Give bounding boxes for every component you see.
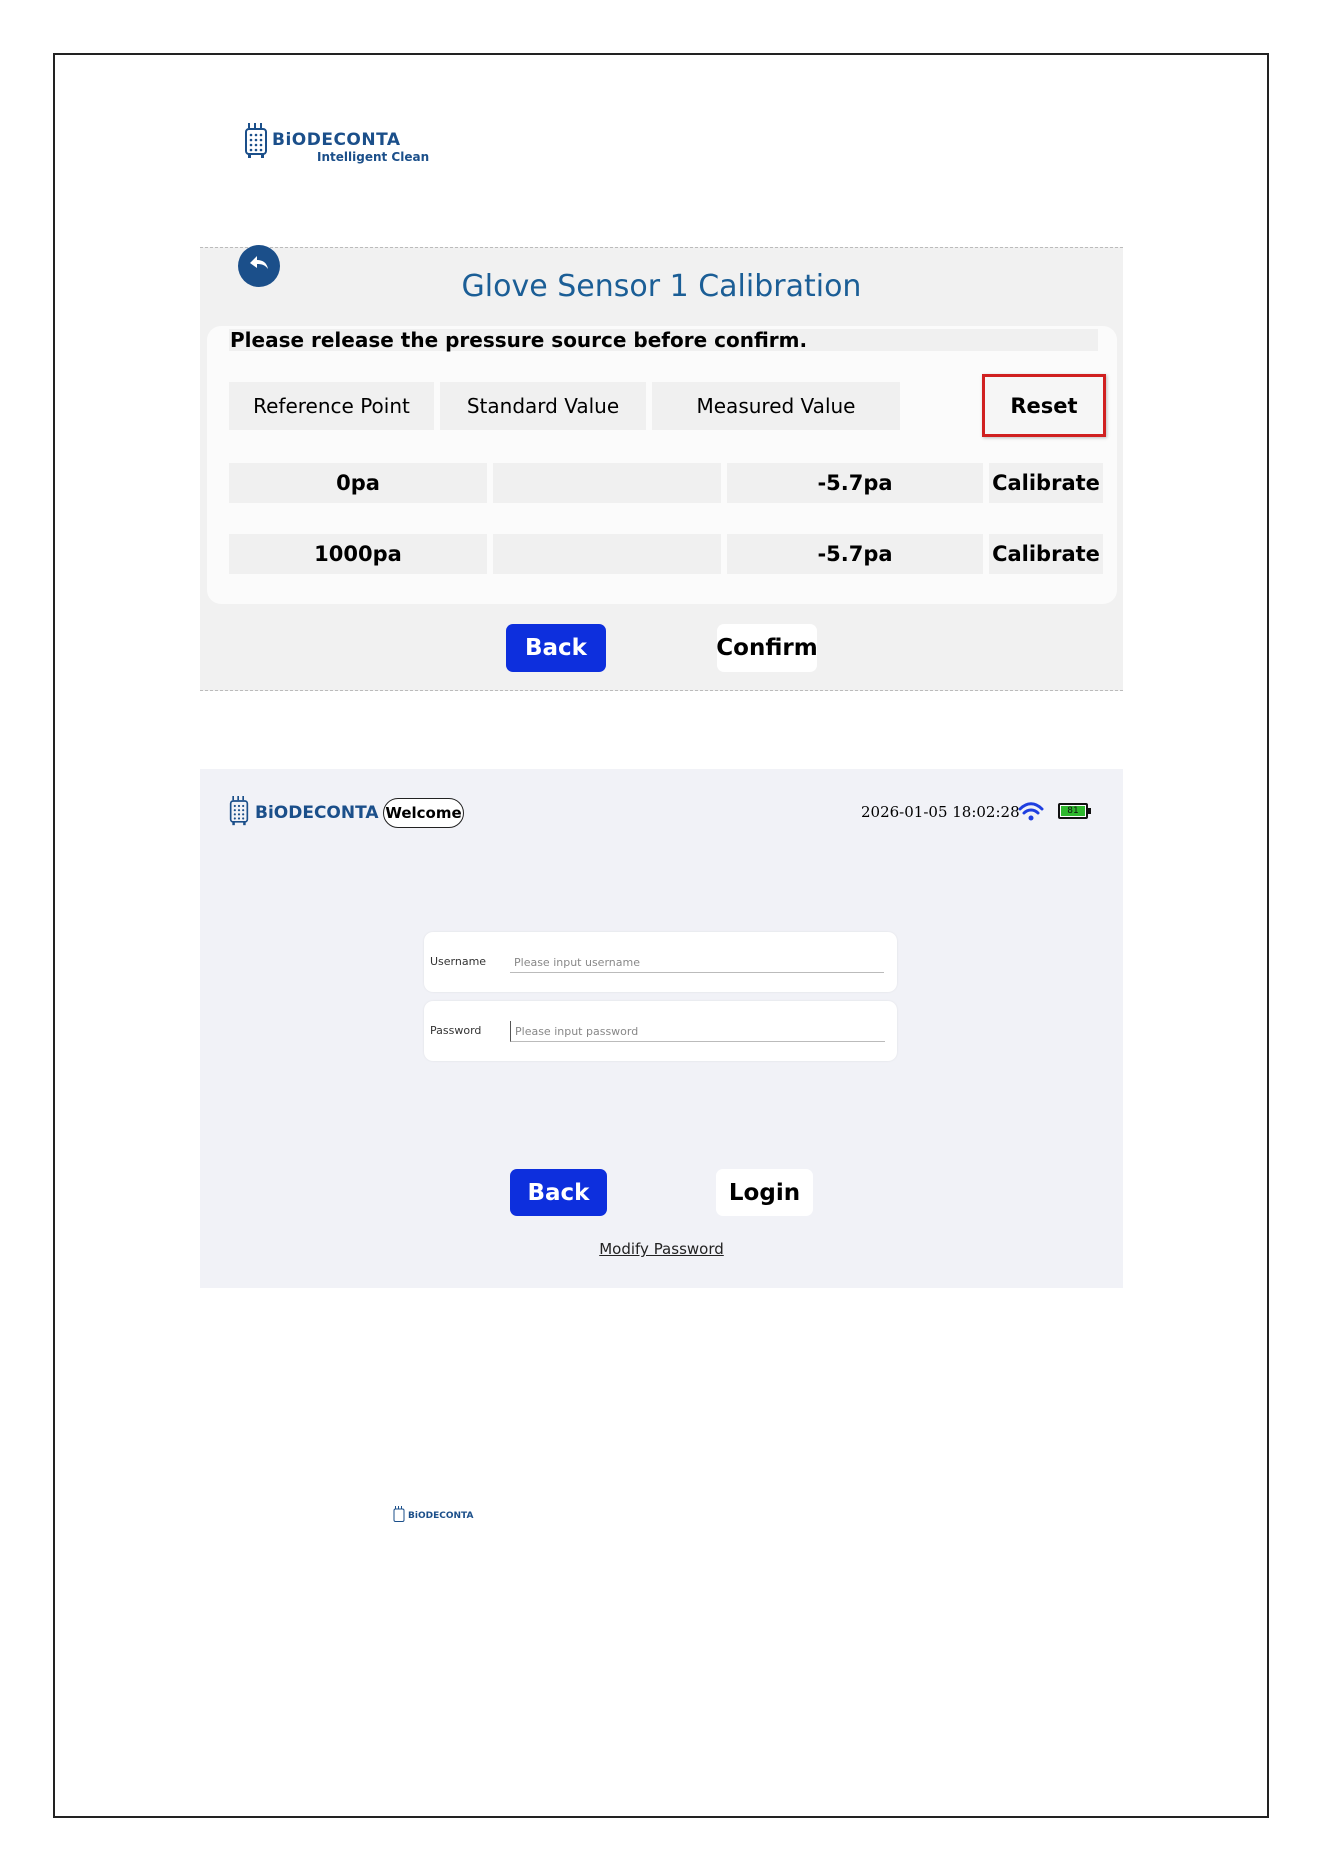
header-standard-value: Standard Value (440, 382, 646, 430)
row-0-calibrate-button[interactable]: Calibrate (989, 463, 1103, 503)
row-1-reference: 1000pa (229, 534, 487, 574)
password-input[interactable] (510, 1021, 885, 1042)
welcome-badge: Welcome (383, 798, 464, 828)
notice-text: Please release the pressure source befor… (229, 329, 1098, 351)
wifi-icon (1018, 802, 1044, 821)
header-reference-point: Reference Point (229, 382, 434, 430)
row-0-measured: -5.7pa (727, 463, 983, 503)
header-logo: BiODECONTA Intelligent Clean (244, 119, 429, 163)
row-1-measured: -5.7pa (727, 534, 983, 574)
back-button[interactable]: Back (510, 1169, 607, 1216)
login-button[interactable]: Login (716, 1169, 813, 1216)
logo-brand-text: BiODECONTA (272, 130, 401, 150)
header-measured-value: Measured Value (652, 382, 900, 430)
logo-brand-text: BiODECONTA (408, 1511, 474, 1521)
row-0-standard-value[interactable] (493, 463, 721, 503)
username-label: Username (430, 955, 487, 968)
battery-icon: 81 (1058, 803, 1091, 819)
calibration-screen: Glove Sensor 1 Calibration Please releas… (200, 245, 1123, 691)
row-1-calibrate-button[interactable]: Calibrate (989, 534, 1103, 574)
login-screen: BiODECONTA Welcome 2026-01-05 18:02:28 8… (200, 769, 1123, 1288)
calibration-card: Please release the pressure source befor… (207, 326, 1117, 604)
back-button[interactable]: Back (506, 624, 606, 672)
login-logo: BiODECONTA (229, 793, 379, 829)
device-logo-icon (229, 796, 249, 826)
device-logo-icon (393, 1506, 405, 1522)
reset-button[interactable]: Reset (982, 374, 1106, 437)
footer-logo: BiODECONTA (393, 1505, 473, 1525)
row-1-standard-value[interactable] (493, 534, 721, 574)
battery-level-text: 81 (1067, 806, 1079, 816)
username-row: Username (424, 932, 897, 992)
logo-brand-text: BiODECONTA (255, 803, 379, 823)
page-title: Glove Sensor 1 Calibration (461, 269, 862, 304)
row-0-reference: 0pa (229, 463, 487, 503)
device-logo-icon (245, 123, 267, 158)
username-input[interactable] (510, 952, 884, 973)
password-row: Password (424, 1001, 897, 1061)
datetime-display: 2026-01-05 18:02:28 (861, 803, 1020, 821)
logo-tagline: Intelligent Clean (317, 150, 430, 164)
confirm-button[interactable]: Confirm (716, 624, 818, 672)
password-label: Password (430, 1024, 482, 1037)
modify-password-link[interactable]: Modify Password (200, 1240, 1123, 1258)
